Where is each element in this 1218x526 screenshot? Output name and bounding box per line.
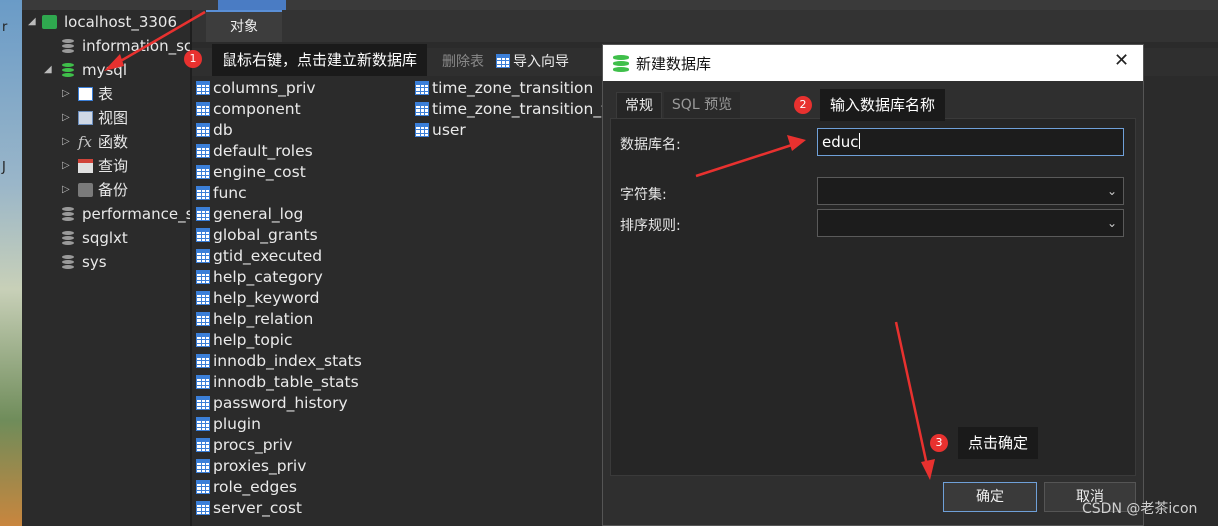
step-badge-1: 1 (184, 50, 202, 68)
arrow-2-line (695, 141, 799, 178)
watermark: CSDN @老茶icon (1082, 501, 1198, 517)
step-badge-3: 3 (930, 434, 948, 452)
arrow-1-head (104, 54, 124, 71)
callout-1: 鼠标右键，点击建立新数据库 (212, 44, 428, 76)
callout-3: 点击确定 (958, 427, 1039, 459)
step-badge-2: 2 (794, 96, 812, 114)
callout-2: 输入数据库名称 (820, 89, 946, 121)
arrow-3-line (894, 321, 930, 471)
arrow-3-head (921, 459, 935, 480)
arrow-2-head (787, 135, 806, 151)
